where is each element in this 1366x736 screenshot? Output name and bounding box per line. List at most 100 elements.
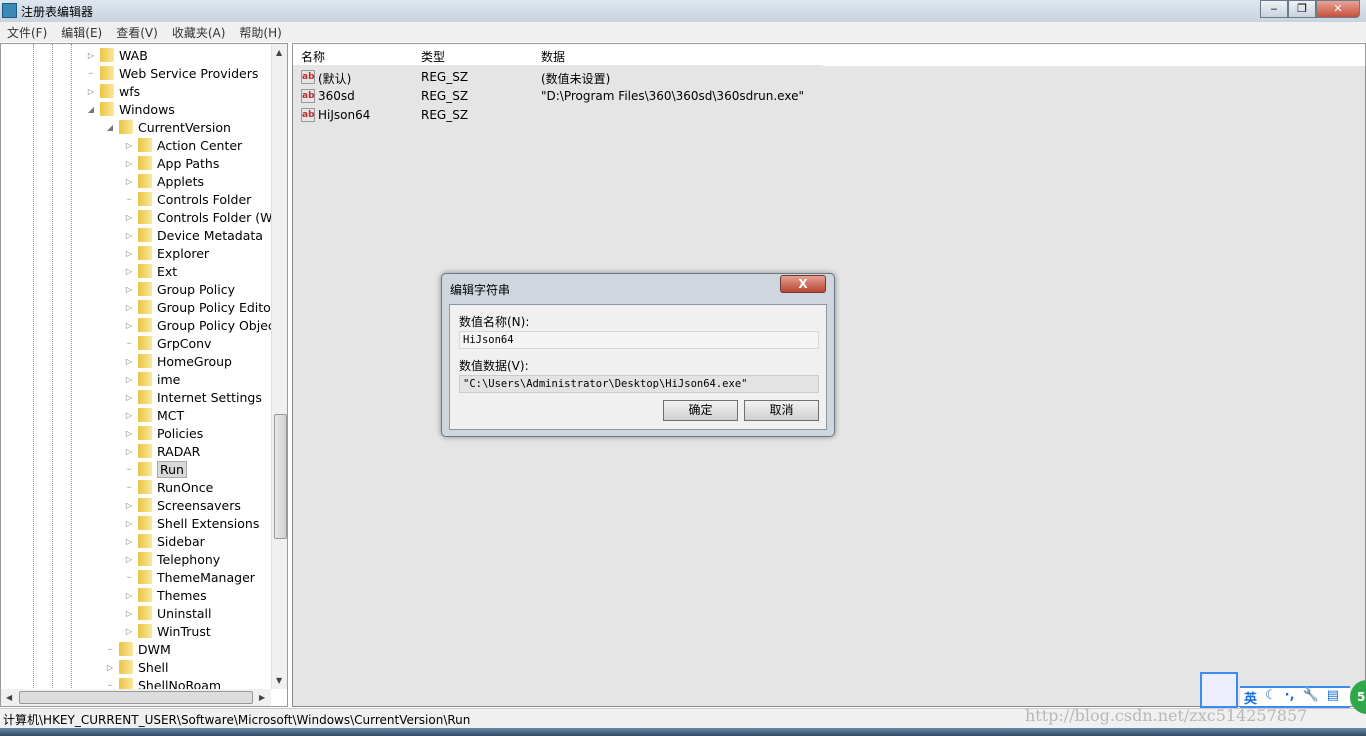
tree-item[interactable]: ▷ Internet Settings [124,388,262,406]
tree-item[interactable]: ┈ Web Service Providers [86,64,259,82]
expander-icon[interactable]: ▷ [124,375,134,384]
expander-icon[interactable]: ▷ [124,357,134,366]
punctuation-icon[interactable]: ·, [1285,688,1295,706]
expander-icon[interactable]: ▷ [86,51,96,60]
tree-item[interactable]: ▷ Controls Folder (Wow64) [124,208,287,226]
clipboard-icon[interactable]: ▤ [1327,688,1339,706]
tree-item-label: Group Policy Objects [157,317,287,333]
menu-edit[interactable]: 编辑(E) [54,22,109,42]
dialog-close-button[interactable]: X [780,275,826,293]
expander-icon[interactable]: ▷ [124,141,134,150]
expander-icon[interactable]: ▷ [105,663,115,672]
menu-file[interactable]: 文件(F) [0,22,54,42]
tree-item[interactable]: ▷ Shell [105,658,169,676]
menu-help[interactable]: 帮助(H) [232,22,288,42]
tree-item[interactable]: ▷ MCT [124,406,184,424]
tree-item[interactable]: ┈ Run [124,460,187,478]
expander-icon[interactable]: ▷ [124,303,134,312]
column-data[interactable]: 数据 [541,48,565,65]
tree-item[interactable]: ▷ Sidebar [124,532,205,550]
tree-item[interactable]: ▷ Uninstall [124,604,212,622]
scroll-left-icon[interactable]: ◀ [6,693,12,702]
tree-item[interactable]: ┈ ThemeManager [124,568,255,586]
menu-favorites[interactable]: 收藏夹(A) [165,22,233,42]
tree-item[interactable]: ▷ Shell Extensions [124,514,259,532]
tree-item[interactable]: ▷ RADAR [124,442,200,460]
column-type[interactable]: 类型 [421,48,445,65]
tree-item[interactable]: ▷ Ext [124,262,177,280]
expander-icon[interactable]: ▷ [124,285,134,294]
minimize-button[interactable]: ‒ [1260,0,1288,18]
wrench-icon[interactable]: 🔧 [1303,688,1319,706]
tree-item[interactable]: ┈ Controls Folder [124,190,252,208]
cancel-button[interactable]: 取消 [744,400,819,421]
tree-item[interactable]: ▷ Screensavers [124,496,241,514]
close-button[interactable]: ✕ [1316,0,1360,18]
tree-item[interactable]: ▷ Explorer [124,244,209,262]
expander-icon[interactable]: ▷ [124,213,134,222]
expander-icon[interactable]: ◢ [105,123,115,132]
expander-icon[interactable]: ▷ [124,447,134,456]
tree-item-label: Telephony [157,551,221,567]
expander-icon[interactable]: ▷ [124,411,134,420]
tree-item[interactable]: ▷ Device Metadata [124,226,263,244]
expander-icon[interactable]: ▷ [124,609,134,618]
folder-icon [138,174,152,188]
tree-item-label: RADAR [157,443,201,459]
expander-icon[interactable]: ▷ [124,177,134,186]
tree-item[interactable]: ┈ GrpConv [124,334,212,352]
scrollbar-thumb[interactable] [19,691,253,704]
moon-icon[interactable]: ☾ [1265,688,1277,706]
maximize-button[interactable]: ❐ [1288,0,1316,18]
expander-icon[interactable]: ▷ [124,627,134,636]
tree-item[interactable]: ▷ Group Policy Editor [124,298,276,316]
value-data-field[interactable]: "C:\Users\Administrator\Desktop\HiJson64… [459,375,819,393]
ok-button[interactable]: 确定 [663,400,738,421]
tree-item[interactable]: ▷ HomeGroup [124,352,232,370]
expander-icon[interactable]: ▷ [124,393,134,402]
expander-icon[interactable]: ▷ [124,231,134,240]
tree-item[interactable]: ▷ ime [124,370,180,388]
tree-item[interactable]: ◢ CurrentVersion [105,118,231,136]
value-name-field[interactable]: HiJson64 [459,331,819,349]
tree-item[interactable]: ▷ App Paths [124,154,219,172]
expander-icon[interactable]: ▷ [124,555,134,564]
menu-view[interactable]: 查看(V) [109,22,165,42]
ime-skin-thumbnail[interactable] [1200,672,1238,708]
tree-vertical-scrollbar[interactable]: ▲ ▼ [271,44,287,689]
scroll-down-icon[interactable]: ▼ [276,676,282,685]
tree-item[interactable]: ◢ Windows [86,100,175,118]
expander-icon[interactable]: ◢ [86,105,96,114]
tree-item[interactable]: ▷ Themes [124,586,207,604]
tree-item[interactable]: ┈ RunOnce [124,478,214,496]
expander-icon[interactable]: ▷ [86,87,96,96]
tree-item[interactable]: ▷ Telephony [124,550,220,568]
tree-horizontal-scrollbar[interactable]: ◀ ▶ [1,689,271,706]
tree-item[interactable]: ▷ Group Policy [124,280,235,298]
tree-item[interactable]: ┈ DWM [105,640,171,658]
ime-language-toggle[interactable]: 英 [1244,688,1257,707]
expander-icon[interactable]: ▷ [124,267,134,276]
expander-icon[interactable]: ▷ [124,537,134,546]
expander-icon[interactable]: ▷ [124,501,134,510]
expander-icon[interactable]: ▷ [124,519,134,528]
tree-item[interactable]: ▷ WAB [86,46,148,64]
folder-icon [138,606,152,620]
expander-icon[interactable]: ▷ [124,321,134,330]
expander-icon[interactable]: ▷ [124,591,134,600]
expander-icon[interactable]: ▷ [124,249,134,258]
tree-item[interactable]: ▷ Group Policy Objects [124,316,286,334]
tree-item[interactable]: ▷ wfs [86,82,140,100]
column-name[interactable]: 名称 [301,48,325,65]
tree-item-label: GrpConv [157,335,212,351]
tree-item[interactable]: ▷ WinTrust [124,622,211,640]
scroll-up-icon[interactable]: ▲ [276,48,282,57]
scroll-right-icon[interactable]: ▶ [259,693,265,702]
tree-item[interactable]: ▷ Action Center [124,136,242,154]
expander-icon[interactable]: ▷ [124,429,134,438]
tree-item-label: Screensavers [157,497,241,513]
tree-item[interactable]: ▷ Applets [124,172,204,190]
tree-item[interactable]: ▷ Policies [124,424,203,442]
scrollbar-thumb[interactable] [274,414,287,539]
expander-icon[interactable]: ▷ [124,159,134,168]
